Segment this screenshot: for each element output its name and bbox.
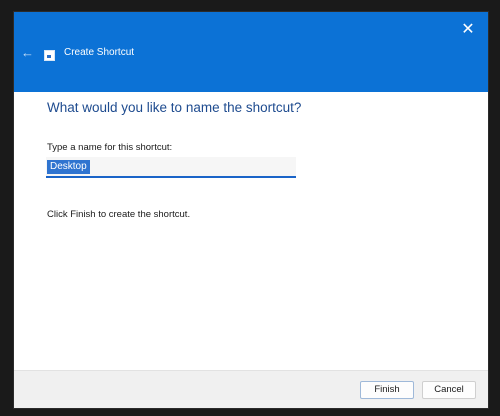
close-icon[interactable]: ✕: [456, 18, 480, 42]
title-bar: ✕ ← Create Shortcut: [14, 12, 488, 92]
name-field-label: Type a name for this shortcut:: [47, 142, 173, 153]
shortcut-wizard-icon: [44, 50, 55, 61]
finish-button[interactable]: Finish: [360, 381, 414, 399]
create-shortcut-dialog: ✕ ← Create Shortcut What would you like …: [14, 12, 488, 408]
finish-hint-text: Click Finish to create the shortcut.: [47, 209, 191, 220]
dialog-footer: Finish Cancel: [14, 370, 488, 408]
cancel-button[interactable]: Cancel: [422, 381, 476, 399]
window-title: Create Shortcut: [64, 47, 135, 58]
page-heading: What would you like to name the shortcut…: [47, 100, 302, 115]
shortcut-name-value: Desktop: [47, 160, 90, 174]
back-arrow-icon[interactable]: ←: [21, 46, 35, 60]
shortcut-name-input[interactable]: Desktop: [46, 157, 296, 178]
